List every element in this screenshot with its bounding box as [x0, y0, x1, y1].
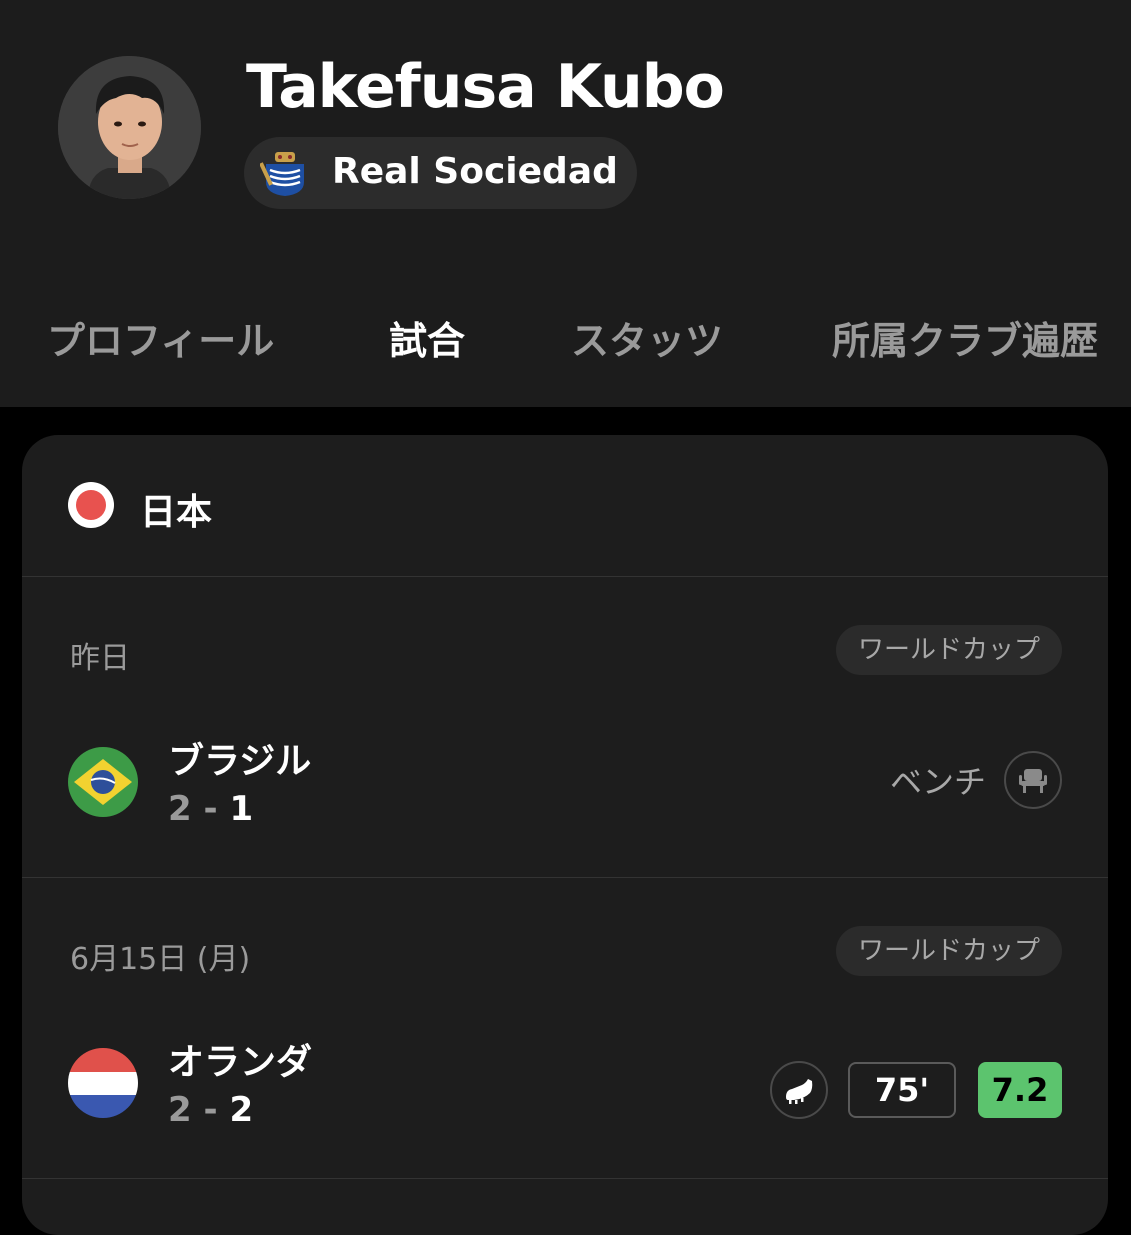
tab-matches[interactable]: 試合 [389, 310, 465, 365]
match-score: 2 - 1 [168, 789, 253, 829]
tab-profile[interactable]: プロフィール [47, 310, 274, 365]
tab-stats[interactable]: スタッツ [571, 310, 723, 365]
football-boot-icon [770, 1061, 828, 1119]
player-name: Takefusa Kubo [246, 52, 725, 122]
minutes-played: 75' [848, 1062, 956, 1118]
bench-seat-icon [1004, 751, 1062, 809]
competition-badge: ワールドカップ [835, 926, 1062, 976]
team-header: 日本 [22, 435, 1108, 577]
club-link[interactable]: Real Sociedad [244, 137, 637, 209]
bench-status: ベンチ [889, 763, 986, 801]
player-avatar [58, 56, 201, 199]
club-name: Real Sociedad [332, 151, 618, 192]
japan-flag-icon [68, 482, 114, 528]
matches-card: 日本 昨日 ワールドカップ ブラジル 2 - 1 ベンチ 6月15日 (月) ワ… [22, 435, 1108, 1235]
player-rating-badge: 7.2 [978, 1062, 1062, 1118]
score-away: 1 [229, 789, 254, 829]
competition-badge: ワールドカップ [835, 625, 1062, 675]
score-home: 2 [168, 789, 192, 829]
opponent-name: オランダ [168, 1042, 313, 1083]
real-sociedad-crest-icon [260, 152, 304, 196]
match-date: 6月15日 (月) [70, 942, 251, 977]
match-date: 昨日 [70, 641, 130, 676]
score-home: 2 [168, 1090, 192, 1130]
opponent-name: ブラジル [168, 741, 312, 782]
tab-bar: プロフィール 試合 スタッツ 所属クラブ遍歴 [0, 300, 1131, 370]
score-away: 2 [229, 1090, 254, 1130]
netherlands-flag-icon [68, 1048, 138, 1118]
match-row[interactable]: 昨日 ワールドカップ ブラジル 2 - 1 ベンチ [22, 577, 1108, 878]
player-header: Takefusa Kubo Real Sociedad プロフィール 試合 スタ… [0, 0, 1131, 407]
brazil-flag-icon [68, 747, 138, 817]
team-name: 日本 [140, 492, 213, 533]
match-row[interactable]: 6月15日 (月) ワールドカップ オランダ 2 - 2 75' 7.2 [22, 878, 1108, 1179]
tab-club-history[interactable]: 所属クラブ遍歴 [832, 310, 1098, 365]
score-separator: - [203, 789, 218, 829]
match-score: 2 - 2 [168, 1090, 253, 1130]
player-photo-icon [58, 56, 201, 199]
score-separator: - [203, 1090, 218, 1130]
